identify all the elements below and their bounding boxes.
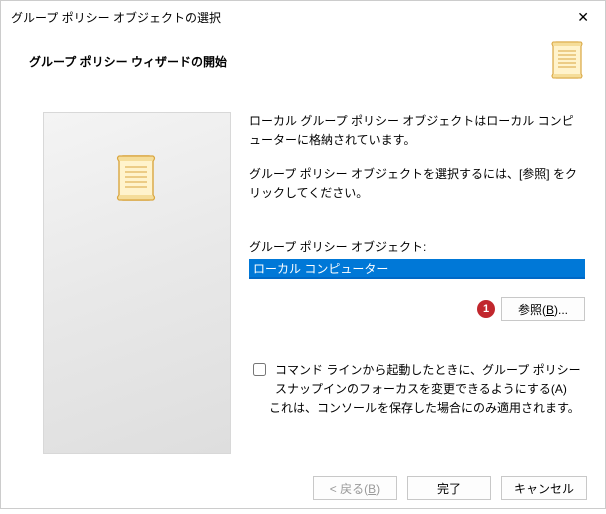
focus-checkbox-note: これは、コンソールを保存した場合にのみ適用されます。 bbox=[269, 399, 585, 418]
focus-checkbox[interactable] bbox=[253, 363, 266, 376]
titlebar: グループ ポリシー オブジェクトの選択 ✕ bbox=[1, 1, 605, 34]
wizard-title: グループ ポリシー ウィザードの開始 bbox=[29, 53, 227, 70]
focus-checkbox-row: コマンド ラインから起動したときに、グループ ポリシー スナップインのフォーカス… bbox=[249, 361, 585, 398]
callout-marker-1: 1 bbox=[477, 300, 495, 318]
browse-row: 1 参照(B)... bbox=[249, 297, 585, 321]
wizard-footer: < 戻る(B) 完了 キャンセル bbox=[1, 464, 605, 514]
wizard-content: ローカル グループ ポリシー オブジェクトはローカル コンピューターに格納されて… bbox=[1, 94, 605, 464]
wizard-banner bbox=[43, 112, 231, 454]
dialog-window: グループ ポリシー オブジェクトの選択 ✕ グループ ポリシー ウィザードの開始 bbox=[0, 0, 606, 509]
browse-button-label: 参照(B)... bbox=[518, 303, 568, 317]
back-button: < 戻る(B) bbox=[313, 476, 397, 500]
description-text-2: グループ ポリシー オブジェクトを選択するには、[参照] をクリックしてください… bbox=[249, 165, 585, 202]
wizard-right-pane: ローカル グループ ポリシー オブジェクトはローカル コンピューターに格納されて… bbox=[249, 112, 585, 454]
gpo-input[interactable] bbox=[249, 259, 585, 279]
wizard-header: グループ ポリシー ウィザードの開始 bbox=[1, 34, 605, 94]
description-text-1: ローカル グループ ポリシー オブジェクトはローカル コンピューターに格納されて… bbox=[249, 112, 585, 149]
focus-checkbox-label[interactable]: コマンド ラインから起動したときに、グループ ポリシー スナップインのフォーカス… bbox=[275, 361, 585, 398]
browse-button[interactable]: 参照(B)... bbox=[501, 297, 585, 321]
finish-button[interactable]: 完了 bbox=[407, 476, 491, 500]
cancel-button[interactable]: キャンセル bbox=[501, 476, 587, 500]
back-button-label: < 戻る(B) bbox=[330, 482, 380, 496]
close-icon[interactable]: ✕ bbox=[571, 7, 595, 28]
scroll-icon bbox=[549, 40, 587, 82]
gpo-field-label: グループ ポリシー オブジェクト: bbox=[249, 238, 585, 255]
scroll-icon bbox=[114, 153, 160, 205]
window-title: グループ ポリシー オブジェクトの選択 bbox=[11, 9, 221, 26]
